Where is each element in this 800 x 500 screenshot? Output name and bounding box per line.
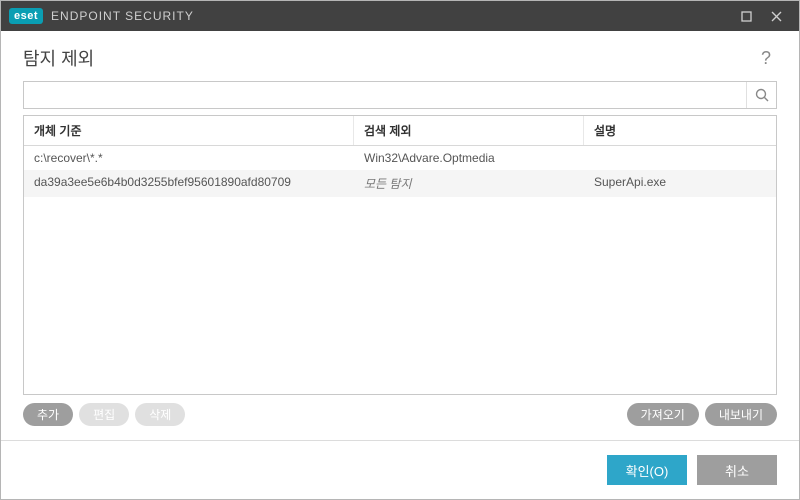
table-toolbar: 추가 편집 삭제 가져오기 내보내기 bbox=[23, 395, 777, 440]
dialog-header: 탐지 제외 ? bbox=[1, 31, 799, 81]
cancel-button[interactable]: 취소 bbox=[697, 455, 777, 485]
table-body: c:\recover\*.*Win32\Advare.Optmediada39a… bbox=[24, 146, 776, 394]
cell-comment bbox=[584, 146, 776, 170]
import-button[interactable]: 가져오기 bbox=[627, 403, 699, 426]
add-button[interactable]: 추가 bbox=[23, 403, 73, 426]
help-button[interactable]: ? bbox=[755, 46, 777, 71]
page-title: 탐지 제외 bbox=[23, 45, 94, 71]
close-button[interactable] bbox=[761, 1, 791, 31]
table-header: 개체 기준 검색 제외 설명 bbox=[24, 116, 776, 146]
search-button[interactable] bbox=[746, 82, 776, 108]
search-input[interactable] bbox=[24, 82, 746, 108]
edit-button[interactable]: 편집 bbox=[79, 403, 129, 426]
column-detection[interactable]: 검색 제외 bbox=[354, 116, 584, 145]
search-icon bbox=[755, 88, 769, 102]
maximize-button[interactable] bbox=[731, 1, 761, 31]
ok-button[interactable]: 확인(O) bbox=[607, 455, 687, 485]
product-name: ENDPOINT SECURITY bbox=[51, 9, 194, 23]
column-comment[interactable]: 설명 bbox=[584, 116, 776, 145]
table-row[interactable]: c:\recover\*.*Win32\Advare.Optmedia bbox=[24, 146, 776, 170]
table-row[interactable]: da39a3ee5e6b4b0d3255bfef95601890afd80709… bbox=[24, 170, 776, 197]
search-bar bbox=[23, 81, 777, 109]
cell-detection: 모든 탐지 bbox=[354, 170, 584, 197]
export-button[interactable]: 내보내기 bbox=[705, 403, 777, 426]
dialog-window: eset ENDPOINT SECURITY 탐지 제외 ? 개체 기준 검색 … bbox=[0, 0, 800, 500]
cell-detection: Win32\Advare.Optmedia bbox=[354, 146, 584, 170]
delete-button[interactable]: 삭제 bbox=[135, 403, 185, 426]
dialog-content: 개체 기준 검색 제외 설명 c:\recover\*.*Win32\Advar… bbox=[1, 81, 799, 440]
column-criteria[interactable]: 개체 기준 bbox=[24, 116, 354, 145]
exclusions-table: 개체 기준 검색 제외 설명 c:\recover\*.*Win32\Advar… bbox=[23, 115, 777, 395]
square-icon bbox=[741, 11, 752, 22]
cell-comment: SuperApi.exe bbox=[584, 170, 776, 197]
cell-criteria: c:\recover\*.* bbox=[24, 146, 354, 170]
brand-badge: eset bbox=[9, 8, 43, 24]
cell-criteria: da39a3ee5e6b4b0d3255bfef95601890afd80709 bbox=[24, 170, 354, 197]
close-icon bbox=[771, 11, 782, 22]
titlebar: eset ENDPOINT SECURITY bbox=[1, 1, 799, 31]
dialog-footer: 확인(O) 취소 bbox=[1, 440, 799, 499]
